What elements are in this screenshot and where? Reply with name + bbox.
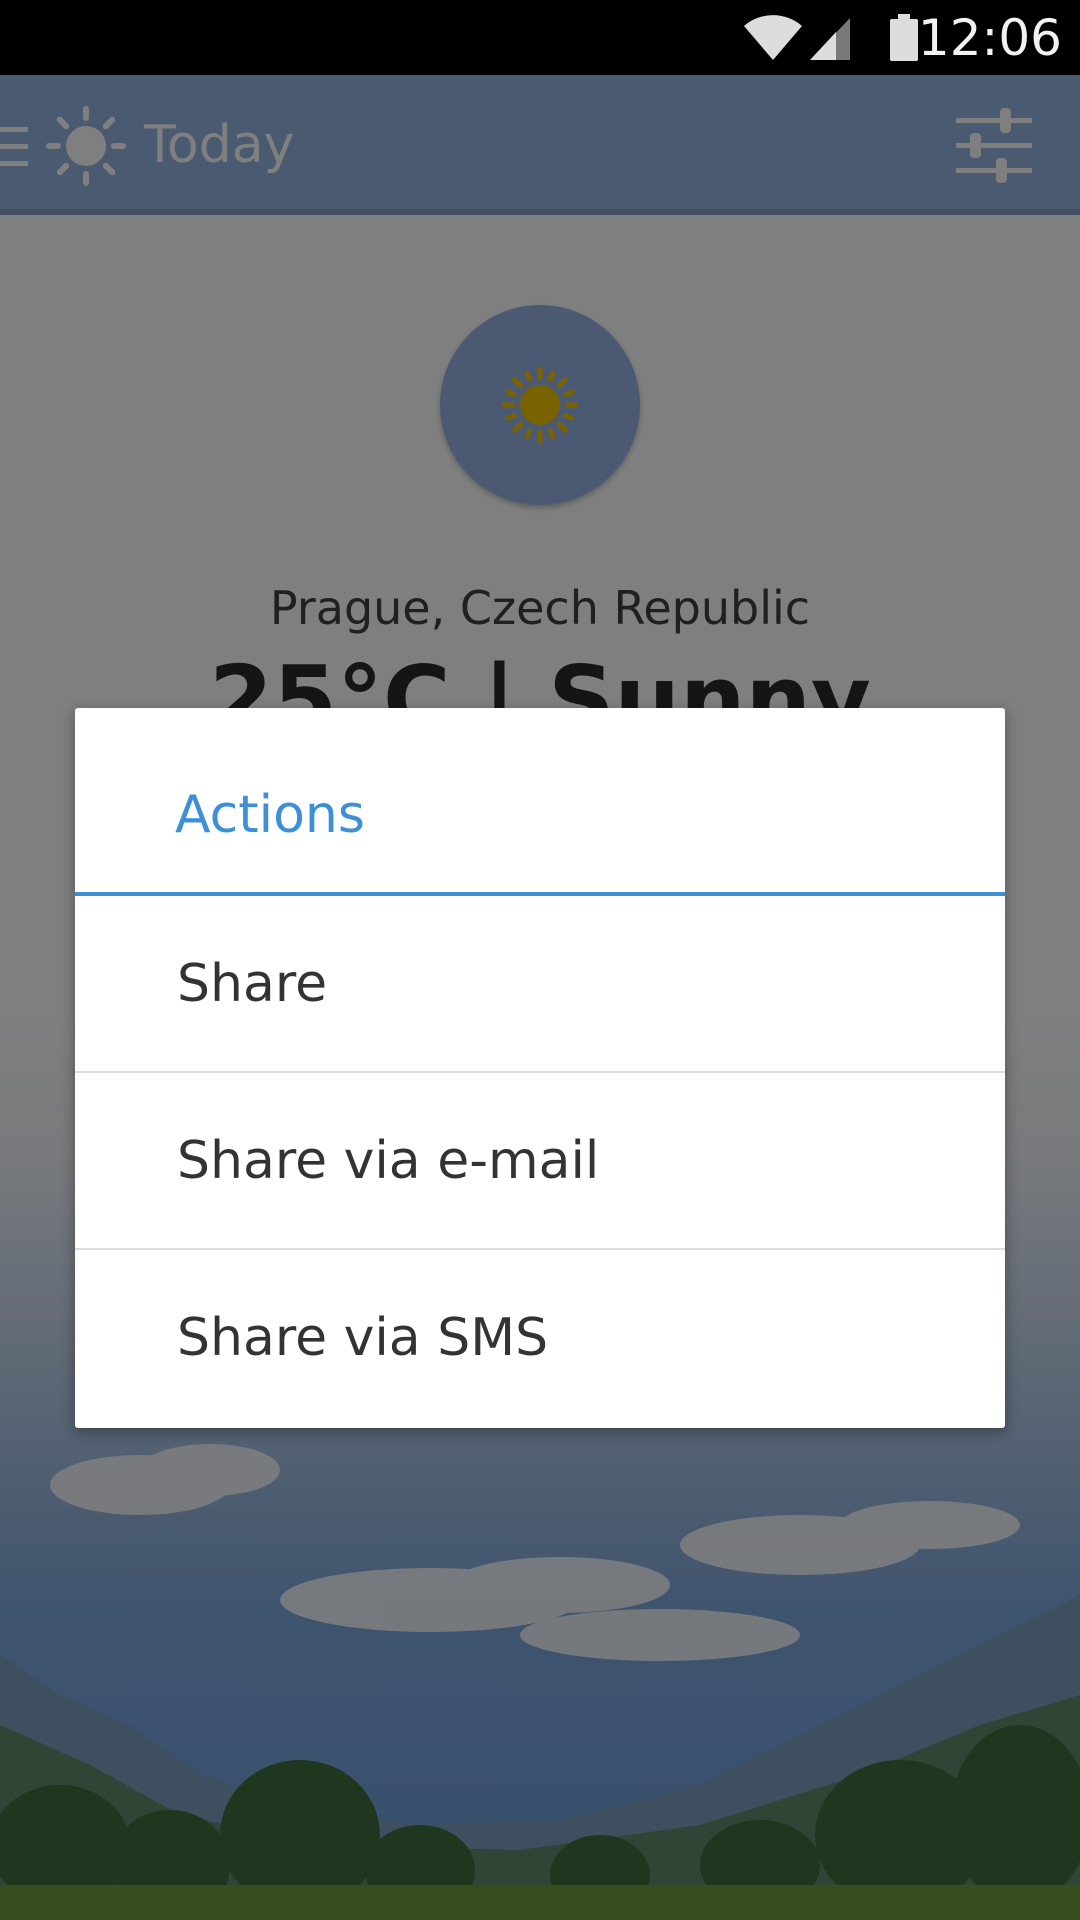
wifi-icon	[744, 15, 802, 60]
actions-dialog: Actions Share Share via e-mail Share via…	[75, 708, 1005, 1428]
share-option-label: Share	[177, 954, 328, 1014]
dialog-title: Actions	[175, 785, 365, 845]
battery-icon	[890, 14, 918, 61]
share-option[interactable]: Share	[75, 896, 1005, 1073]
signal-icon	[810, 18, 850, 60]
share-via-sms-label: Share via SMS	[177, 1308, 549, 1368]
status-clock: 12:06	[917, 9, 1062, 67]
share-via-email-label: Share via e-mail	[177, 1131, 600, 1191]
screen: Prague, Czech Republic 25°C | Sunny	[0, 0, 1080, 1920]
share-via-sms-option[interactable]: Share via SMS	[75, 1250, 1005, 1427]
share-via-email-option[interactable]: Share via e-mail	[75, 1073, 1005, 1250]
status-icons	[744, 14, 918, 61]
status-bar: 12:06	[0, 0, 1080, 75]
